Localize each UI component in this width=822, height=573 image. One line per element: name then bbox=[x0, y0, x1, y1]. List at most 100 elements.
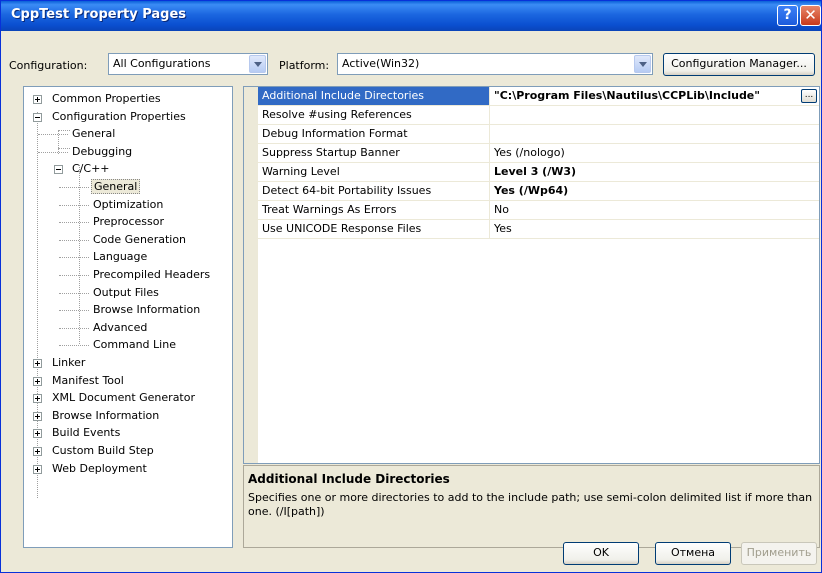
tree-item[interactable]: XML Document Generator bbox=[50, 390, 197, 406]
tree-item[interactable]: Output Files bbox=[91, 285, 161, 301]
tree-item-label: Common Properties bbox=[52, 92, 161, 105]
expand-icon[interactable] bbox=[33, 447, 42, 456]
tree-item[interactable]: Precompiled Headers bbox=[91, 267, 212, 283]
apply-button[interactable]: Применить bbox=[741, 542, 817, 565]
property-row[interactable]: Detect 64-bit Portability Issues Yes (/Wp… bbox=[258, 182, 819, 201]
property-pages-window: CppTest Property Pages ? ✕ Configuration… bbox=[0, 0, 822, 573]
tree-item[interactable]: Language bbox=[91, 249, 149, 265]
tree-connector bbox=[37, 112, 38, 498]
tree-item-label: Language bbox=[93, 250, 148, 264]
property-name: Treat Warnings As Errors bbox=[258, 201, 490, 220]
tree-item-label: Precompiled Headers bbox=[93, 268, 211, 281]
tree-item-label: General bbox=[91, 179, 141, 194]
property-value[interactable]: "C:\Program Files\Nautilus\CCPLib\Includ… bbox=[490, 87, 819, 106]
property-row[interactable]: Additional Include Directories "C:\Progra… bbox=[258, 87, 819, 106]
property-value[interactable]: Level 3 (/W3) bbox=[490, 163, 819, 182]
tree-item[interactable]: Configuration Properties bbox=[50, 109, 188, 125]
tree-item-label: Debugging bbox=[72, 144, 133, 158]
expand-icon[interactable] bbox=[33, 464, 42, 474]
property-row[interactable]: Use UNICODE Response Files Yes bbox=[258, 220, 819, 239]
property-value[interactable] bbox=[490, 106, 819, 125]
ok-button[interactable]: OK bbox=[563, 542, 639, 565]
tree-item[interactable]: Advanced bbox=[91, 320, 149, 336]
tree-item[interactable]: Build Events bbox=[50, 425, 122, 441]
help-button[interactable]: ? bbox=[777, 5, 798, 26]
tree-item[interactable]: Linker bbox=[50, 355, 87, 371]
tree-connector bbox=[59, 204, 89, 206]
tree-item[interactable]: Code Generation bbox=[91, 232, 188, 248]
tree-connector bbox=[59, 222, 89, 224]
tree-item-label: Advanced bbox=[93, 320, 148, 334]
property-value[interactable]: Yes (/nologo) bbox=[490, 144, 819, 163]
property-tree[interactable]: Common Properties Configuration Propertie… bbox=[23, 86, 233, 548]
property-value[interactable]: No bbox=[490, 201, 819, 220]
platform-label: Platform: bbox=[279, 59, 330, 72]
expand-icon[interactable] bbox=[33, 95, 42, 104]
property-row[interactable]: Suppress Startup Banner Yes (/nologo) bbox=[258, 144, 819, 163]
description-text: Specifies one or more directories to add… bbox=[248, 491, 813, 518]
property-name: Debug Information Format bbox=[258, 125, 490, 144]
property-row[interactable]: Warning Level Level 3 (/W3) bbox=[258, 163, 819, 182]
description-title: Additional Include Directories bbox=[248, 472, 450, 486]
tree-item-label: C/C++ bbox=[72, 162, 110, 176]
tree-connector bbox=[59, 292, 89, 294]
tree-item-label: Configuration Properties bbox=[52, 109, 186, 123]
tree-connector bbox=[59, 275, 89, 276]
tree-item[interactable]: Custom Build Step bbox=[50, 443, 156, 459]
configuration-manager-button[interactable]: Configuration Manager... bbox=[663, 53, 815, 76]
tree-item-label: Preprocessor bbox=[93, 215, 165, 229]
tree-item[interactable]: General bbox=[91, 179, 141, 195]
configuration-dropdown[interactable]: All Configurations bbox=[108, 53, 268, 75]
property-value[interactable]: Yes bbox=[490, 220, 819, 239]
tree-item-label: Optimization bbox=[93, 197, 164, 211]
property-grid[interactable]: Additional Include Directories "C:\Progra… bbox=[243, 86, 820, 464]
tree-item[interactable]: Debugging bbox=[70, 144, 134, 160]
tree-item[interactable]: Command Line bbox=[91, 337, 178, 353]
tree-item-label: Output Files bbox=[93, 285, 159, 299]
tree-item[interactable]: Web Deployment bbox=[50, 461, 149, 477]
tree-connector bbox=[59, 345, 89, 347]
platform-dropdown[interactable]: Active(Win32) bbox=[337, 53, 653, 75]
property-name: Warning Level bbox=[258, 163, 490, 182]
tree-connector bbox=[59, 257, 89, 259]
title-bar[interactable]: CppTest Property Pages ? ✕ bbox=[1, 1, 821, 31]
expand-icon[interactable] bbox=[33, 394, 42, 404]
tree-connector bbox=[38, 134, 68, 136]
tree-item-label: Web Deployment bbox=[52, 461, 147, 475]
property-value[interactable] bbox=[490, 125, 819, 144]
expand-icon[interactable] bbox=[33, 376, 42, 386]
chevron-down-icon[interactable] bbox=[634, 55, 651, 73]
property-value[interactable]: Yes (/Wp64) bbox=[490, 182, 819, 201]
property-row[interactable]: Resolve #using References bbox=[258, 106, 819, 125]
tree-item[interactable]: Manifest Tool bbox=[50, 373, 126, 389]
collapse-icon[interactable] bbox=[33, 112, 42, 122]
browse-button[interactable]: ... bbox=[801, 89, 817, 103]
close-button[interactable]: ✕ bbox=[800, 5, 821, 26]
property-row[interactable]: Treat Warnings As Errors No bbox=[258, 201, 819, 220]
expand-icon[interactable] bbox=[33, 429, 42, 439]
tree-connector bbox=[58, 130, 70, 131]
property-name: Suppress Startup Banner bbox=[258, 144, 490, 163]
cancel-button[interactable]: Отмена bbox=[655, 542, 731, 565]
property-name: Detect 64-bit Portability Issues bbox=[258, 182, 490, 201]
expand-icon[interactable] bbox=[33, 411, 42, 421]
chevron-down-icon[interactable] bbox=[249, 55, 266, 73]
tree-item[interactable]: General bbox=[70, 126, 117, 142]
tree-connector bbox=[59, 310, 89, 312]
configuration-value: All Configurations bbox=[113, 57, 211, 70]
collapse-icon[interactable] bbox=[54, 165, 63, 175]
tree-item-label: Browse Information bbox=[93, 303, 201, 317]
property-row[interactable]: Debug Information Format bbox=[258, 125, 819, 144]
tree-item[interactable]: C/C++ bbox=[70, 161, 112, 177]
tree-item[interactable]: Common Properties bbox=[50, 91, 163, 107]
tree-item[interactable]: Browse Information bbox=[91, 302, 202, 318]
property-name: Additional Include Directories bbox=[258, 87, 490, 106]
expand-icon[interactable] bbox=[33, 359, 42, 368]
tree-item[interactable]: Browse Information bbox=[50, 408, 161, 424]
platform-value: Active(Win32) bbox=[342, 57, 420, 70]
tree-item-label: Manifest Tool bbox=[52, 373, 124, 387]
property-name: Use UNICODE Response Files bbox=[258, 220, 490, 239]
tree-item[interactable]: Optimization bbox=[91, 197, 165, 213]
tree-connector bbox=[58, 148, 70, 149]
tree-item[interactable]: Preprocessor bbox=[91, 214, 166, 230]
